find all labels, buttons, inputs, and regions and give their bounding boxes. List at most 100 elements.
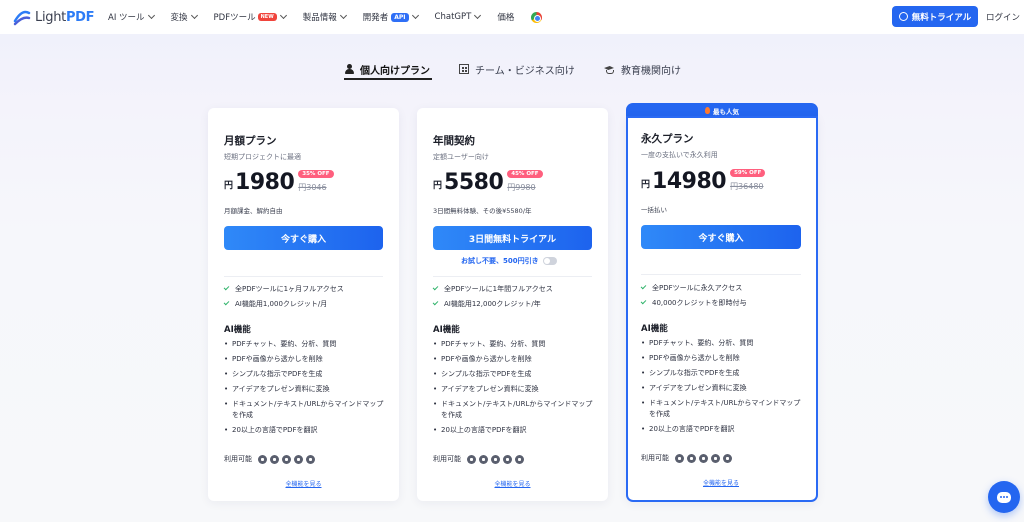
included-list: 全PDFツールに1ヶ月フルアクセス AI機能用1,000クレジット/月 <box>223 281 344 311</box>
api-badge: API <box>391 12 409 22</box>
check-icon <box>432 299 439 306</box>
see-all-features-link[interactable]: 全機能を見る <box>433 479 592 488</box>
web-icon <box>723 453 732 463</box>
tab-label: 教育機関向け <box>621 65 681 77</box>
list-item: シンプルな指示でPDFを生成 <box>224 369 384 380</box>
list-item: PDFチャット、要約、分析、質問 <box>224 339 384 350</box>
divider <box>641 274 801 275</box>
skip-trial-toggle[interactable] <box>542 257 557 265</box>
list-item: シンプルな指示でPDFを生成 <box>641 368 801 379</box>
new-badge: NEW <box>257 13 277 21</box>
available-label: 利用可能 <box>641 454 669 462</box>
chrome-icon[interactable] <box>531 11 543 23</box>
chevron-down-icon <box>474 11 482 20</box>
nav-convert[interactable]: 変換 <box>170 11 198 23</box>
price-row: 円 5580 45% OFF 円9980 <box>433 170 547 194</box>
ios-icon <box>294 454 303 464</box>
tab-label: チーム・ビジネス向け <box>475 65 575 77</box>
windows-icon <box>258 454 267 464</box>
price: 14980 <box>652 169 727 194</box>
android-icon <box>491 454 500 464</box>
nav-pricing[interactable]: 価格 <box>497 11 514 23</box>
list-item: AI機能用12,000クレジット/年 <box>432 296 553 311</box>
plan-subtitle: 短期プロジェクトに最適 <box>224 153 301 161</box>
nav-label: AI ツール <box>108 13 145 23</box>
plan-subtitle: 一度の支払いで永久利用 <box>641 151 718 159</box>
logo[interactable]: LightPDF <box>12 7 95 27</box>
ai-features-heading: AI機能 <box>433 325 460 335</box>
web-icon <box>306 454 315 464</box>
list-item: アイデアをプレゼン資料に変換 <box>641 383 801 394</box>
ios-icon <box>711 453 720 463</box>
nav-label: 変換 <box>170 13 188 23</box>
list-item: AI機能用1,000クレジット/月 <box>223 296 344 311</box>
logo-text-pdf: PDF <box>65 9 95 25</box>
trial-icon <box>898 12 908 21</box>
ai-features-heading: AI機能 <box>641 324 668 334</box>
android-icon <box>282 454 291 464</box>
list-item: PDFや画像から透かしを削除 <box>641 353 801 364</box>
chat-support-button[interactable] <box>988 481 1020 513</box>
see-all-features-link[interactable]: 全機能を見る <box>224 479 383 488</box>
android-icon <box>699 453 708 463</box>
person-icon <box>345 64 354 74</box>
check-icon <box>432 284 439 291</box>
free-trial-3day-button[interactable]: 3日間無料トライアル <box>433 226 592 250</box>
tab-team-business[interactable]: チーム・ビジネス向け <box>459 60 575 78</box>
nav-label: PDFツール <box>213 13 256 23</box>
list-item: 20以上の言語でPDFを翻訳 <box>224 425 384 436</box>
available-platforms: 利用可能 <box>433 454 524 464</box>
list-item: アイデアをプレゼン資料に変換 <box>433 384 593 395</box>
nav-chatgpt[interactable]: ChatGPT <box>434 11 482 22</box>
list-item: 全PDFツールに1ヶ月フルアクセス <box>223 281 344 296</box>
list-item: 全PDFツールに1年間フルアクセス <box>432 281 553 296</box>
free-trial-button[interactable]: 無料トライアル <box>892 6 978 27</box>
chat-bubble-icon <box>997 491 1011 503</box>
price: 1980 <box>235 170 295 195</box>
chevron-down-icon <box>190 11 198 20</box>
list-item: 40,000クレジットを即時付与 <box>640 295 747 310</box>
buy-now-button[interactable]: 今すぐ購入 <box>641 225 801 249</box>
skip-trial-option[interactable]: お試し不要、500円引き <box>461 256 557 266</box>
nav-label: ChatGPT <box>434 12 472 22</box>
check-icon <box>223 284 230 291</box>
tab-education[interactable]: 教育機関向け <box>603 60 681 78</box>
building-icon <box>459 64 469 74</box>
billing-note: 3日間無料体験、その後¥5580/年 <box>433 207 532 215</box>
currency: 円 <box>433 181 443 191</box>
divider <box>433 276 592 277</box>
graduation-cap-icon <box>603 65 615 74</box>
logo-text-light: Light <box>35 9 66 25</box>
tab-personal[interactable]: 個人向けプラン <box>345 60 430 78</box>
nav-developers[interactable]: 開発者 API <box>362 11 419 23</box>
list-item: ドキュメント/テキスト/URLからマインドマップを作成 <box>224 399 384 421</box>
see-all-features-link[interactable]: 全機能を見る <box>641 478 801 487</box>
nav-label: 価格 <box>497 13 515 23</box>
windows-icon <box>675 453 684 463</box>
windows-icon <box>467 454 476 464</box>
discount-badge: 35% OFF <box>298 170 334 178</box>
nav-label: 開発者 <box>362 13 389 23</box>
lightpdf-logo-icon <box>12 7 32 27</box>
buy-now-button[interactable]: 今すぐ購入 <box>224 226 383 250</box>
ai-feature-list: PDFチャット、要約、分析、質問 PDFや画像から透かしを削除 シンプルな指示で… <box>433 339 593 440</box>
nav-ai-tools[interactable]: AI ツール <box>108 11 155 23</box>
currency: 円 <box>641 180 651 190</box>
login-link[interactable]: ログイン <box>986 11 1020 23</box>
chevron-down-icon <box>339 11 347 20</box>
mac-icon <box>270 454 279 464</box>
ai-feature-list: PDFチャット、要約、分析、質問 PDFや画像から透かしを削除 シンプルな指示で… <box>224 339 384 440</box>
ai-feature-list: PDFチャット、要約、分析、質問 PDFや画像から透かしを削除 シンプルな指示で… <box>641 338 801 439</box>
check-icon <box>223 299 230 306</box>
billing-note: 月額課金、解約自由 <box>224 207 283 215</box>
currency: 円 <box>224 181 234 191</box>
list-item: シンプルな指示でPDFを生成 <box>433 369 593 380</box>
plan-name: 永久プラン <box>641 133 694 145</box>
nav-pdf-tools[interactable]: PDFツール NEW <box>213 11 287 23</box>
list-item-text: AI機能用12,000クレジット/年 <box>444 299 541 308</box>
included-list: 全PDFツールに永久アクセス 40,000クレジットを即時付与 <box>640 280 747 310</box>
list-item-text: 40,000クレジットを即時付与 <box>652 298 747 307</box>
available-label: 利用可能 <box>433 455 461 463</box>
nav-products[interactable]: 製品情報 <box>303 11 347 23</box>
plan-tabs: 個人向けプラン チーム・ビジネス向け 教育機関向け <box>0 60 1024 80</box>
